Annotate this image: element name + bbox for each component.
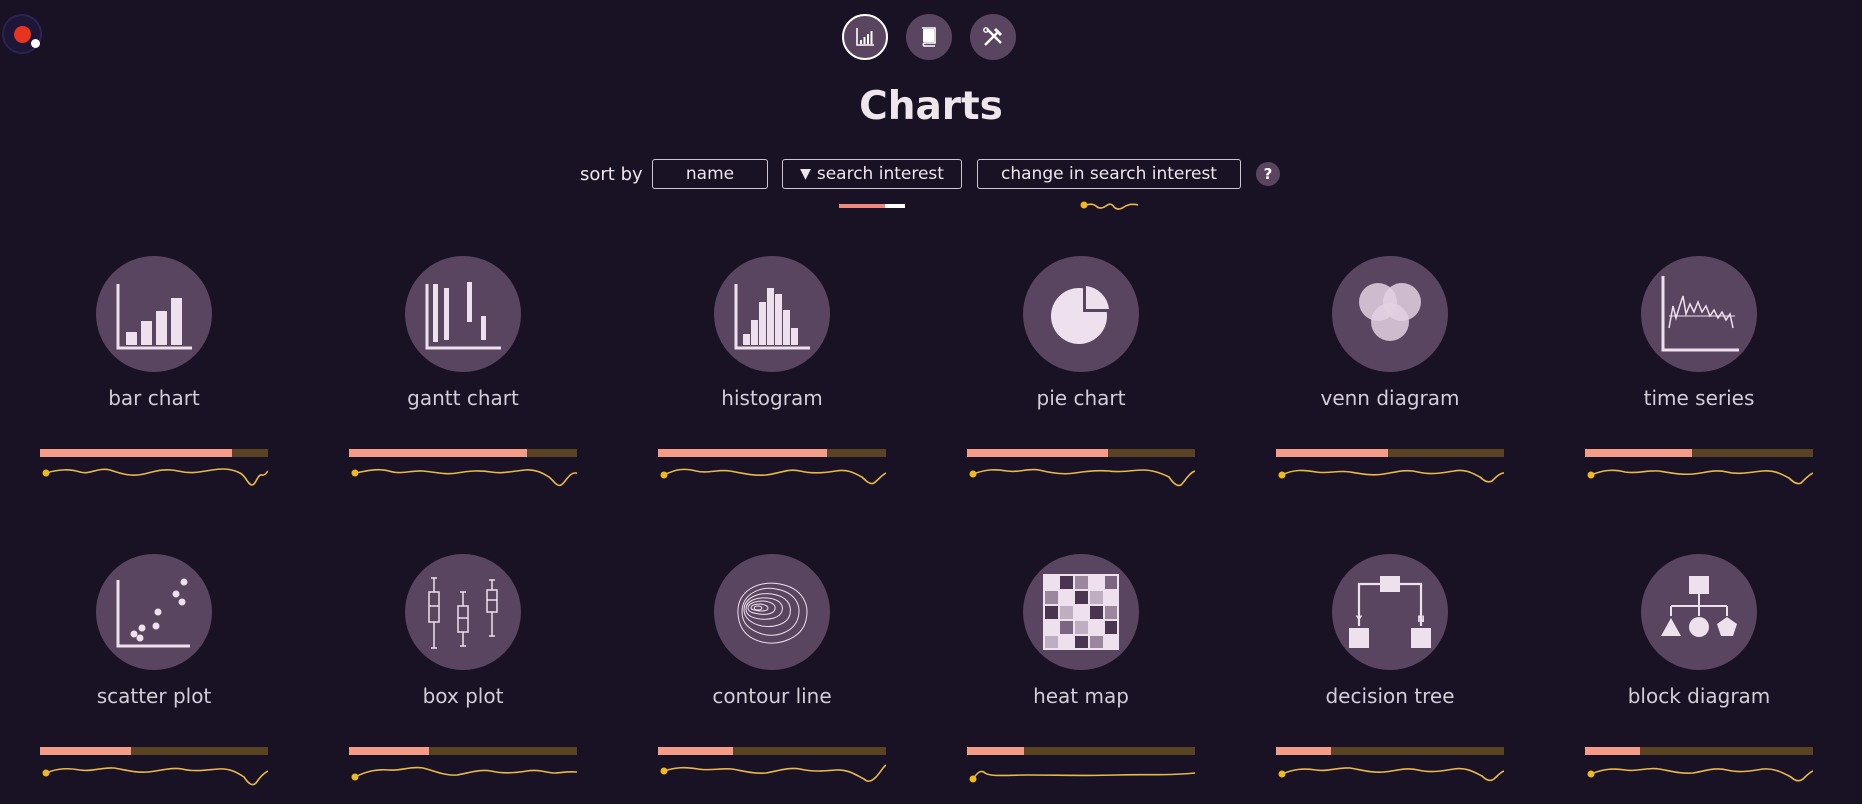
- time-series-icon: [1661, 276, 1739, 352]
- search-interest-fill: [349, 449, 527, 457]
- chart-name: histogram: [721, 386, 823, 410]
- sort-descending-icon: ▼: [800, 166, 811, 182]
- decision-tree-icon: Y N: [1349, 576, 1431, 648]
- sort-search-interest-label: search interest: [816, 164, 944, 184]
- chart-icon-circle: [1023, 256, 1139, 372]
- chart-icon-circle: [1641, 256, 1757, 372]
- search-interest-fill: [349, 747, 429, 755]
- search-interest-bar: [1585, 747, 1813, 755]
- chart-name: gantt chart: [407, 386, 519, 410]
- chart-name: decision tree: [1325, 684, 1455, 708]
- chart-icon-circle: [1023, 554, 1139, 670]
- book-icon: [922, 27, 936, 47]
- sort-search-interest-button[interactable]: ▼ search interest: [782, 159, 962, 189]
- change-sparkline: [351, 468, 577, 487]
- search-interest-fill: [1585, 747, 1640, 755]
- gantt-chart-icon: [425, 282, 501, 350]
- search-interest-bar: [349, 449, 577, 457]
- scatter-plot-icon: [116, 578, 190, 648]
- nav-charts-button[interactable]: [842, 14, 888, 60]
- chart-name: box plot: [422, 684, 504, 708]
- sort-change-button[interactable]: change in search interest: [977, 159, 1241, 189]
- svg-text:N: N: [1417, 615, 1425, 625]
- nav-book-button[interactable]: [906, 14, 952, 60]
- help-button[interactable]: ?: [1256, 162, 1280, 186]
- sort-name-label: name: [685, 164, 735, 184]
- chart-icon-circle: [714, 256, 830, 372]
- histogram-icon: [734, 284, 810, 350]
- search-interest-fill: [1276, 747, 1331, 755]
- pie-chart-icon: [1051, 284, 1111, 344]
- chart-icon-circle: [1332, 256, 1448, 372]
- chart-name: block diagram: [1627, 684, 1771, 708]
- change-sparkline: [1587, 469, 1813, 485]
- chart-icon-circle: [405, 256, 521, 372]
- chart-name: heat map: [1033, 684, 1129, 708]
- change-sparkline: [1278, 767, 1504, 782]
- record-knob: [31, 39, 40, 48]
- chart-icon-circle: [714, 554, 830, 670]
- search-interest-fill: [967, 747, 1024, 755]
- chart-icon-circle: [96, 554, 212, 670]
- tools-icon: [983, 27, 1003, 46]
- search-interest-fill: [967, 449, 1109, 457]
- search-interest-bar: [40, 449, 268, 457]
- search-interest-fill: [1585, 449, 1693, 457]
- chart-name: scatter plot: [96, 684, 212, 708]
- svg-text:Y: Y: [1355, 615, 1363, 625]
- chart-name: time series: [1643, 386, 1755, 410]
- change-sparkline: [351, 766, 577, 781]
- chart-name: venn diagram: [1320, 386, 1460, 410]
- search-interest-bar: [349, 747, 577, 755]
- change-sparkline: [969, 468, 1195, 487]
- change-sparkline: [969, 770, 1195, 783]
- legend-bar-fill: [839, 204, 885, 208]
- chart-name: pie chart: [1036, 386, 1126, 410]
- chart-icon-circle: [1641, 554, 1757, 670]
- bar-chart-icon: [856, 28, 874, 46]
- heat-map-icon: [1043, 574, 1119, 650]
- search-interest-bar: [967, 747, 1195, 755]
- search-interest-fill: [40, 449, 232, 457]
- change-sparkline: [660, 764, 886, 782]
- box-plot-icon: [428, 577, 498, 649]
- search-interest-fill: [40, 747, 132, 755]
- chart-icon-circle: [405, 554, 521, 670]
- bar-chart-icon: [116, 284, 192, 350]
- venn-diagram-icon: [1359, 283, 1421, 341]
- search-interest-bar: [1276, 747, 1504, 755]
- contour-line-icon: [737, 582, 808, 644]
- search-interest-fill: [658, 449, 827, 457]
- search-interest-bar: [40, 747, 268, 755]
- page-title: Charts: [859, 84, 1003, 129]
- record-dot-icon: [14, 26, 31, 43]
- record-button[interactable]: [2, 14, 42, 54]
- sort-change-label: change in search interest: [1001, 164, 1217, 184]
- search-interest-bar: [1585, 449, 1813, 457]
- sort-name-button[interactable]: name: [652, 159, 768, 189]
- top-navigation: [842, 14, 1016, 60]
- legend-bar-rest: [885, 204, 905, 208]
- sort-label: sort by: [580, 164, 643, 185]
- search-interest-bar: [658, 747, 886, 755]
- change-sparkline: [660, 468, 886, 485]
- chart-name: contour line: [712, 684, 832, 708]
- chart-icon-circle: [96, 256, 212, 372]
- chart-icon-circle: Y N: [1332, 554, 1448, 670]
- block-diagram-icon: [1661, 576, 1737, 637]
- search-interest-fill: [658, 747, 734, 755]
- search-interest-fill: [1276, 449, 1388, 457]
- change-sparkline: [42, 468, 268, 486]
- change-sparkline: [42, 767, 268, 786]
- chart-name: bar chart: [108, 386, 200, 410]
- change-sparkline: [1278, 469, 1504, 483]
- search-interest-bar: [967, 449, 1195, 457]
- search-interest-bar: [1276, 449, 1504, 457]
- change-sparkline: [1587, 767, 1813, 782]
- search-interest-legend-bar: [839, 204, 905, 208]
- nav-tools-button[interactable]: [970, 14, 1016, 60]
- search-interest-bar: [658, 449, 886, 457]
- change-legend-sparkline-icon: [1080, 201, 1138, 210]
